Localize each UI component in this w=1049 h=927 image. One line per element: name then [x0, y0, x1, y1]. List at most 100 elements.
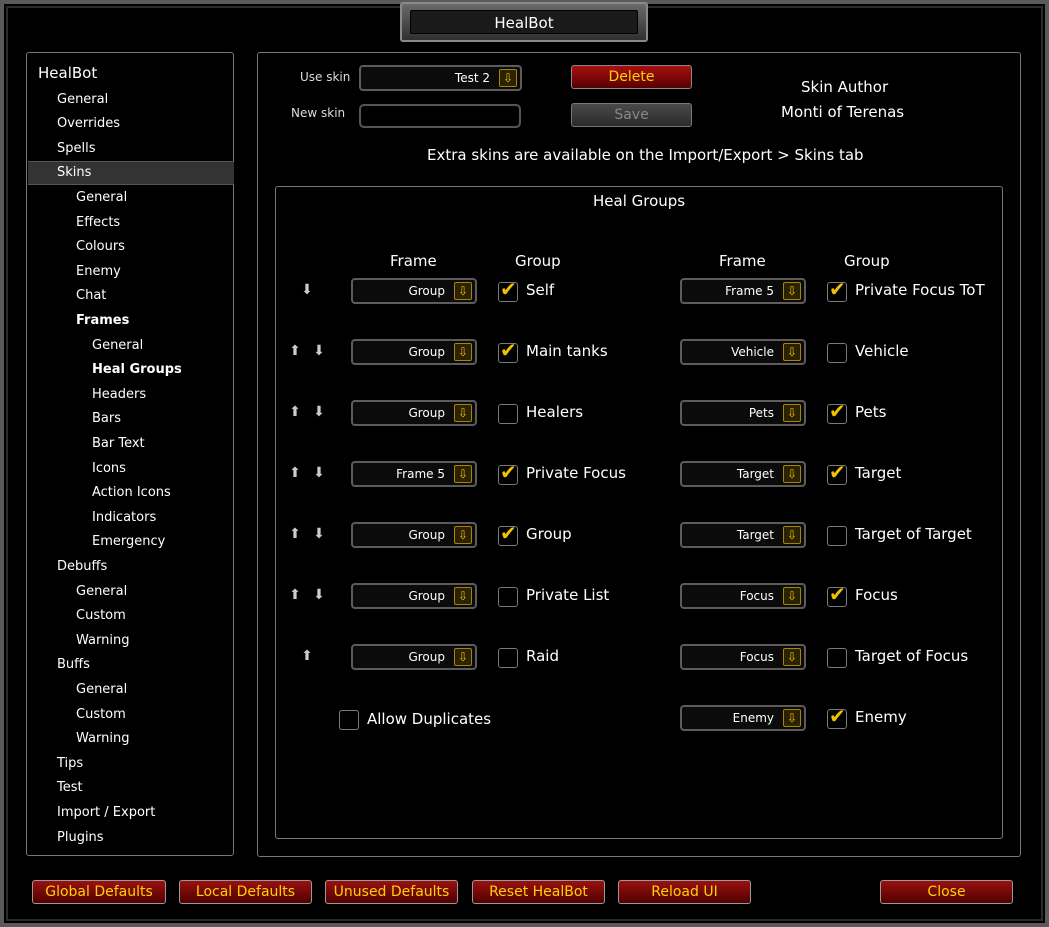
nav-item-custom[interactable]: Custom	[76, 608, 126, 623]
dropdown-arrow-icon[interactable]: ⇩	[783, 709, 801, 727]
move-up-icon[interactable]: ⬆	[288, 465, 302, 481]
nav-item-colours[interactable]: Colours	[76, 239, 125, 254]
nav-item-spells[interactable]: Spells	[57, 141, 96, 156]
use-skin-dropdown[interactable]: Test 2 ⇩	[359, 65, 522, 91]
delete-button[interactable]: Delete	[571, 65, 692, 89]
move-down-icon[interactable]: ⬇	[312, 526, 326, 542]
nav-item-bars[interactable]: Bars	[92, 411, 121, 426]
nav-item-warning[interactable]: Warning	[76, 633, 129, 648]
move-up-icon[interactable]: ⬆	[288, 587, 302, 603]
save-button[interactable]: Save	[571, 103, 692, 127]
dropdown-arrow-icon[interactable]: ⇩	[783, 587, 801, 605]
move-up-icon[interactable]: ⬆	[288, 404, 302, 420]
nav-item-headers[interactable]: Headers	[92, 387, 146, 402]
frame-dropdown-group[interactable]: Group ⇩	[351, 522, 477, 548]
close-button[interactable]: Close	[880, 880, 1013, 904]
dropdown-arrow-icon[interactable]: ⇩	[783, 404, 801, 422]
dropdown-arrow-icon[interactable]: ⇩	[454, 526, 472, 544]
move-up-icon[interactable]: ⬆	[300, 648, 314, 664]
nav-item-action-icons[interactable]: Action Icons	[92, 485, 171, 500]
group-target-of-target-checkbox[interactable]	[827, 526, 847, 546]
group-healers-checkbox[interactable]	[498, 404, 518, 424]
nav-item-bar-text[interactable]: Bar Text	[92, 436, 145, 451]
dropdown-arrow-icon[interactable]: ⇩	[454, 465, 472, 483]
global-defaults-button[interactable]: Global Defaults	[32, 880, 166, 904]
new-skin-input[interactable]	[359, 104, 521, 128]
nav-item-debuffs[interactable]: Debuffs	[57, 559, 107, 574]
group-private-list-checkbox[interactable]	[498, 587, 518, 607]
nav-item-plugins[interactable]: Plugins	[57, 830, 104, 845]
group-self-checkbox[interactable]: ✔	[498, 278, 518, 302]
dropdown-arrow-icon[interactable]: ⇩	[454, 587, 472, 605]
nav-item-frames[interactable]: Frames	[76, 313, 129, 328]
nav-item-general[interactable]: General	[57, 92, 108, 107]
frame-dropdown-self[interactable]: Group ⇩	[351, 278, 477, 304]
frame-dropdown-target-of-target[interactable]: Target ⇩	[680, 522, 806, 548]
move-down-icon[interactable]: ⬇	[312, 587, 326, 603]
frame-dropdown-target[interactable]: Target ⇩	[680, 461, 806, 487]
nav-item-chat[interactable]: Chat	[76, 288, 106, 303]
group-vehicle-checkbox[interactable]	[827, 343, 847, 363]
nav-item-emergency[interactable]: Emergency	[92, 534, 165, 549]
frame-dropdown-raid[interactable]: Group ⇩	[351, 644, 477, 670]
move-down-icon[interactable]: ⬇	[312, 343, 326, 359]
unused-defaults-button[interactable]: Unused Defaults	[325, 880, 458, 904]
nav-item-heal-groups[interactable]: Heal Groups	[92, 362, 182, 377]
group-enemy-checkbox[interactable]: ✔	[827, 705, 847, 729]
nav-item-overrides[interactable]: Overrides	[57, 116, 120, 131]
nav-item-tips[interactable]: Tips	[57, 756, 83, 771]
group-private-focus-checkbox[interactable]: ✔	[498, 461, 518, 485]
nav-item-custom[interactable]: Custom	[76, 707, 126, 722]
reload-ui-button[interactable]: Reload UI	[618, 880, 751, 904]
dropdown-arrow-icon[interactable]: ⇩	[783, 465, 801, 483]
nav-item-effects[interactable]: Effects	[76, 215, 120, 230]
dropdown-arrow-icon[interactable]: ⇩	[499, 69, 517, 87]
dropdown-arrow-icon[interactable]: ⇩	[783, 648, 801, 666]
move-up-icon[interactable]: ⬆	[288, 526, 302, 542]
nav-item-general[interactable]: General	[92, 338, 143, 353]
nav-item-healbot[interactable]: HealBot	[38, 64, 97, 82]
group-main-tanks-checkbox[interactable]: ✔	[498, 339, 518, 363]
dropdown-arrow-icon[interactable]: ⇩	[454, 404, 472, 422]
dropdown-arrow-icon[interactable]: ⇩	[783, 343, 801, 361]
dropdown-arrow-icon[interactable]: ⇩	[454, 648, 472, 666]
nav-item-test[interactable]: Test	[57, 780, 83, 795]
title-bar[interactable]: HealBot	[400, 2, 648, 42]
frame-dropdown-focus[interactable]: Focus ⇩	[680, 583, 806, 609]
frame-dropdown-pets[interactable]: Pets ⇩	[680, 400, 806, 426]
group-private-focus-tot-checkbox[interactable]: ✔	[827, 278, 847, 302]
nav-item-icons[interactable]: Icons	[92, 461, 126, 476]
frame-dropdown-vehicle[interactable]: Vehicle ⇩	[680, 339, 806, 365]
nav-item-warning[interactable]: Warning	[76, 731, 129, 746]
frame-dropdown-private-list[interactable]: Group ⇩	[351, 583, 477, 609]
frame-dropdown-private-focus[interactable]: Frame 5 ⇩	[351, 461, 477, 487]
frame-dropdown-target-of-focus[interactable]: Focus ⇩	[680, 644, 806, 670]
dropdown-arrow-icon[interactable]: ⇩	[454, 343, 472, 361]
frame-dropdown-private-focus-tot[interactable]: Frame 5 ⇩	[680, 278, 806, 304]
group-group-checkbox[interactable]: ✔	[498, 522, 518, 546]
allow-duplicates-checkbox[interactable]	[339, 710, 359, 730]
nav-item-import-export[interactable]: Import / Export	[57, 805, 155, 820]
frame-dropdown-main-tanks[interactable]: Group ⇩	[351, 339, 477, 365]
reset-healbot-button[interactable]: Reset HealBot	[472, 880, 605, 904]
move-up-icon[interactable]: ⬆	[288, 343, 302, 359]
nav-item-general[interactable]: General	[76, 584, 127, 599]
nav-item-skins[interactable]: Skins	[57, 165, 91, 180]
move-down-icon[interactable]: ⬇	[312, 404, 326, 420]
nav-item-enemy[interactable]: Enemy	[76, 264, 121, 279]
group-target-checkbox[interactable]: ✔	[827, 461, 847, 485]
dropdown-arrow-icon[interactable]: ⇩	[454, 282, 472, 300]
nav-item-buffs[interactable]: Buffs	[57, 657, 90, 672]
frame-dropdown-enemy[interactable]: Enemy ⇩	[680, 705, 806, 731]
nav-item-general[interactable]: General	[76, 190, 127, 205]
dropdown-arrow-icon[interactable]: ⇩	[783, 526, 801, 544]
group-pets-checkbox[interactable]: ✔	[827, 400, 847, 424]
move-down-icon[interactable]: ⬇	[300, 282, 314, 298]
nav-item-general[interactable]: General	[76, 682, 127, 697]
group-focus-checkbox[interactable]: ✔	[827, 583, 847, 607]
move-down-icon[interactable]: ⬇	[312, 465, 326, 481]
local-defaults-button[interactable]: Local Defaults	[179, 880, 312, 904]
nav-item-indicators[interactable]: Indicators	[92, 510, 156, 525]
group-raid-checkbox[interactable]	[498, 648, 518, 668]
dropdown-arrow-icon[interactable]: ⇩	[783, 282, 801, 300]
